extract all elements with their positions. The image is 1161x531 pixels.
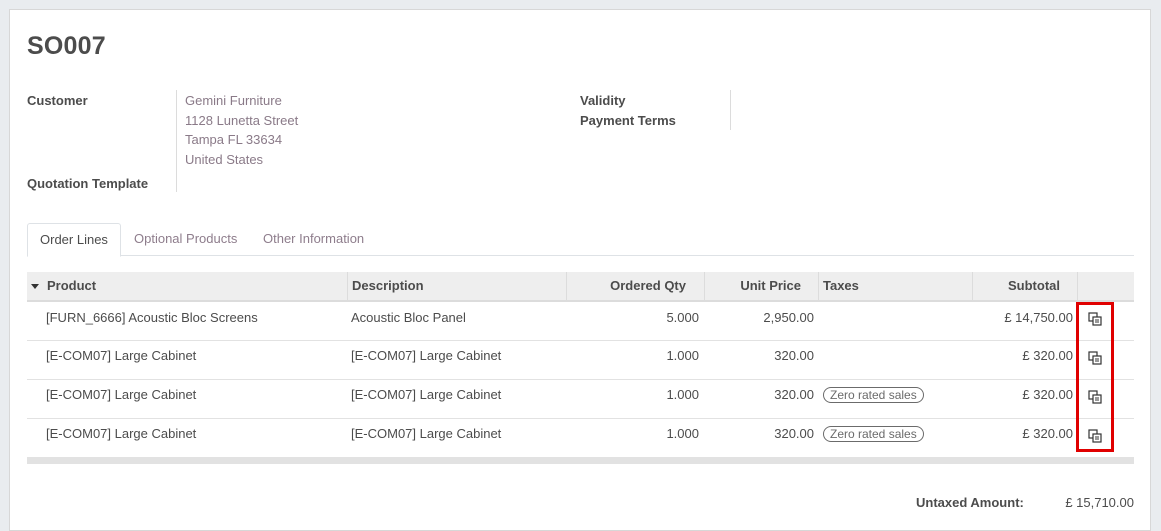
table-header: Product Description Ordered Qty Unit Pri… <box>27 272 1134 302</box>
unit-price-cell[interactable]: 320.00 <box>707 380 814 410</box>
address-line: United States <box>185 151 264 167</box>
untaxed-amount-label: Untaxed Amount: <box>916 495 1024 510</box>
address-line: 1128 Lunetta Street <box>185 112 299 128</box>
column-header-subtotal[interactable]: Subtotal <box>977 272 1060 300</box>
taxes-cell[interactable]: Zero rated sales <box>823 380 924 410</box>
table-row[interactable]: [E-COM07] Large Cabinet [E-COM07] Large … <box>27 419 1134 458</box>
subtotal-cell: £ 14,750.00 <box>1004 310 1073 325</box>
divider <box>176 90 177 192</box>
subtotal-cell: £ 320.00 <box>1022 387 1073 402</box>
tax-badge[interactable]: Zero rated sales <box>823 387 924 403</box>
description-cell[interactable]: [E-COM07] Large Cabinet <box>351 419 501 449</box>
column-header-product[interactable]: Product <box>47 272 96 300</box>
unit-price-cell[interactable]: 320.00 <box>707 419 814 449</box>
tab-other-information[interactable]: Other Information <box>251 223 376 255</box>
product-cell[interactable]: [E-COM07] Large Cabinet <box>46 419 196 449</box>
column-header-ordered-qty[interactable]: Ordered Qty <box>572 272 686 300</box>
table-row[interactable]: [E-COM07] Large Cabinet [E-COM07] Large … <box>27 380 1134 419</box>
untaxed-amount-value: £ 15,710.00 <box>1065 495 1134 510</box>
qty-cell[interactable]: 1.000 <box>572 380 699 410</box>
address-line: Gemini Furniture <box>185 93 282 108</box>
subtotal-cell: £ 320.00 <box>1022 426 1073 441</box>
description-cell[interactable]: [E-COM07] Large Cabinet <box>351 341 501 371</box>
column-header-description[interactable]: Description <box>352 272 424 300</box>
address-line: Tampa FL 33634 <box>185 132 283 148</box>
customer-address[interactable]: Gemini Furniture 1128 Lunetta Street Tam… <box>185 91 298 169</box>
product-cell[interactable]: [E-COM07] Large Cabinet <box>46 380 196 410</box>
customer-label: Customer <box>27 93 88 108</box>
page-title: SO007 <box>27 32 106 60</box>
product-cell[interactable]: [E-COM07] Large Cabinet <box>46 341 196 371</box>
table-footer <box>27 458 1134 464</box>
table-row[interactable]: [FURN_6666] Acoustic Bloc Screens Acoust… <box>27 302 1134 341</box>
order-lines-table: Product Description Ordered Qty Unit Pri… <box>27 272 1134 464</box>
tab-optional-products[interactable]: Optional Products <box>122 223 249 255</box>
qty-cell[interactable]: 1.000 <box>572 341 699 371</box>
column-header-unit-price[interactable]: Unit Price <box>707 272 801 300</box>
qty-cell[interactable]: 5.000 <box>572 302 699 333</box>
tab-order-lines[interactable]: Order Lines <box>27 223 121 257</box>
form-sheet: SO007 Customer Gemini Furniture 1128 Lun… <box>9 9 1151 531</box>
payment-terms-label: Payment Terms <box>580 113 676 128</box>
description-cell[interactable]: [E-COM07] Large Cabinet <box>351 380 501 410</box>
unit-price-cell[interactable]: 2,950.00 <box>707 302 814 333</box>
validity-label: Validity <box>580 93 626 108</box>
quotation-template-label: Quotation Template <box>27 176 149 191</box>
column-header-taxes[interactable]: Taxes <box>823 272 859 300</box>
taxes-cell[interactable]: Zero rated sales <box>823 419 924 449</box>
notebook-tabs: Order Lines Optional Products Other Info… <box>27 223 1134 257</box>
subtotal-cell: £ 320.00 <box>1022 348 1073 363</box>
caret-down-icon[interactable] <box>31 284 39 289</box>
tax-badge[interactable]: Zero rated sales <box>823 426 924 442</box>
table-row[interactable]: [E-COM07] Large Cabinet [E-COM07] Large … <box>27 341 1134 380</box>
divider <box>730 90 731 130</box>
copy-buttons-highlight <box>1076 302 1114 452</box>
unit-price-cell[interactable]: 320.00 <box>707 341 814 371</box>
product-cell[interactable]: [FURN_6666] Acoustic Bloc Screens <box>46 302 258 333</box>
description-cell[interactable]: Acoustic Bloc Panel <box>351 302 466 333</box>
qty-cell[interactable]: 1.000 <box>572 419 699 449</box>
